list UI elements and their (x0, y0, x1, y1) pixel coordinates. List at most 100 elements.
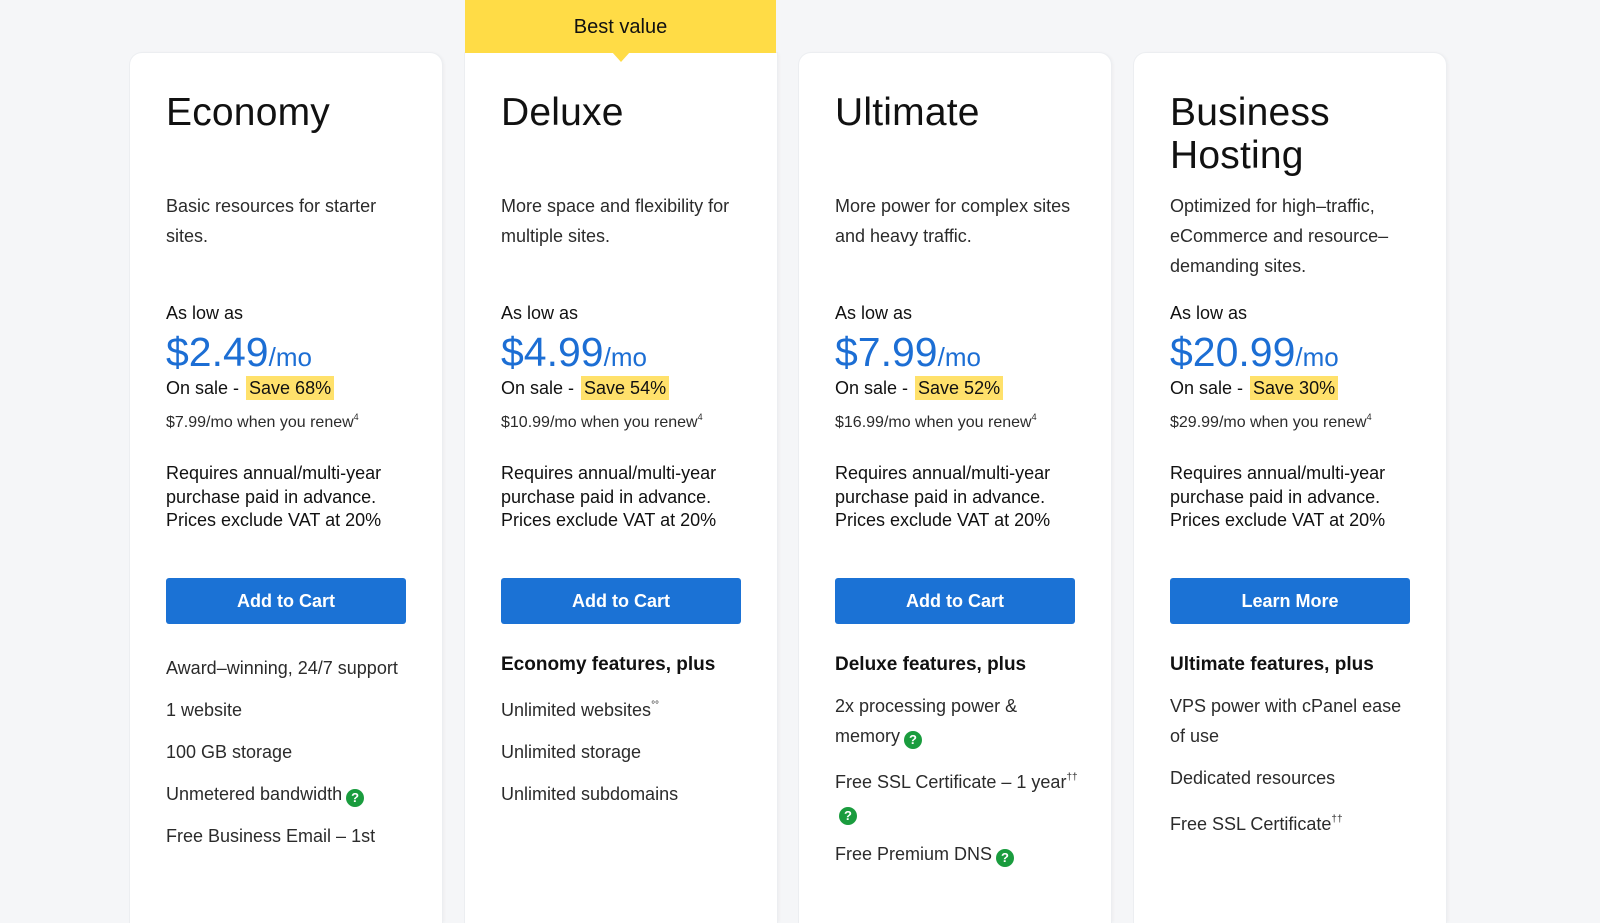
feature-item: Free SSL Certificate – 1 year††? (835, 763, 1085, 827)
feature-item: 1 website (166, 695, 416, 725)
price-amount: $20.99 (1170, 329, 1296, 375)
plan-price: $7.99/mo (835, 329, 981, 376)
price-period: /mo (937, 342, 981, 372)
footnote-marker[interactable]: †† (1331, 814, 1342, 825)
help-question-icon[interactable]: ? (996, 849, 1015, 867)
feature-list: Ultimate features, plus VPS power with cP… (1170, 653, 1420, 851)
cta-button[interactable]: Add to Cart (835, 578, 1075, 624)
price-amount: $7.99 (835, 329, 938, 375)
feature-item: VPS power with cPanel ease of use (1170, 691, 1420, 751)
footnote-marker[interactable]: 4 (698, 412, 703, 422)
footnote-marker[interactable]: †† (1066, 772, 1077, 783)
plan-description: More power for complex sites and heavy t… (835, 196, 1071, 246)
purchase-terms: Requires annual/multi-year purchase paid… (835, 463, 1051, 530)
feature-text: VPS power with cPanel ease of use (1170, 696, 1402, 746)
as-low-as-label: As low as (1170, 303, 1248, 323)
feature-text: Unlimited subdomains (501, 784, 679, 804)
save-percent-badge: Save 52% (915, 376, 1004, 400)
plan-name: Economy (166, 91, 330, 134)
sale-line: On sale - Save 68% (166, 376, 335, 400)
sale-line: On sale - Save 30% (1170, 376, 1339, 400)
feature-item: Award–winning, 24/7 support (166, 653, 416, 683)
features-heading: Ultimate features, plus (1170, 654, 1374, 675)
plan-name: Ultimate (835, 91, 980, 134)
footnote-marker[interactable]: 4 (1032, 412, 1037, 422)
feature-text: Unlimited storage (501, 742, 642, 762)
sale-prefix: On sale - (1170, 378, 1249, 398)
plan-price: $2.49/mo (166, 329, 312, 376)
feature-list: Award–winning, 24/7 support 1 website 100 … (166, 653, 416, 863)
plan-card-economy: Economy Basic resources for starter site… (130, 53, 442, 923)
features-heading: Deluxe features, plus (835, 654, 1027, 675)
help-question-icon[interactable]: ? (839, 807, 857, 825)
plan-name: Deluxe (501, 91, 624, 134)
feature-item: Free SSL Certificate†† (1170, 805, 1420, 839)
as-low-as-label: As low as (835, 303, 913, 323)
save-percent-badge: Save 54% (581, 376, 670, 400)
hosting-plans: Economy Basic resources for starter site… (0, 0, 1600, 923)
footnote-marker[interactable]: °° (651, 700, 659, 711)
feature-item: Unlimited subdomains (501, 779, 751, 809)
plan-description: Basic resources for starter sites. (166, 196, 377, 246)
feature-list: Economy features, plus Unlimited websites… (501, 653, 751, 821)
feature-text: Unmetered bandwidth (166, 784, 343, 804)
feature-text: Award–winning, 24/7 support (166, 658, 398, 678)
sale-line: On sale - Save 52% (835, 376, 1004, 400)
badge-pointer (612, 52, 630, 62)
price-period: /mo (1295, 342, 1339, 372)
feature-item: Free Premium DNS? (835, 839, 1085, 869)
renewal-price: $16.99/mo when you renew4 (835, 412, 1037, 432)
purchase-terms: Requires annual/multi-year purchase paid… (1170, 463, 1386, 530)
feature-item: 2x processing power & memory? (835, 691, 1085, 751)
plan-price: $4.99/mo (501, 329, 647, 376)
feature-text: 2x processing power & memory (835, 696, 1018, 746)
help-question-icon[interactable]: ? (346, 789, 365, 807)
cta-button[interactable]: Add to Cart (501, 578, 741, 624)
cta-button[interactable]: Learn More (1170, 578, 1410, 624)
feature-text: Unlimited websites (501, 700, 652, 720)
plan-price: $20.99/mo (1170, 329, 1339, 376)
price-amount: $4.99 (501, 329, 604, 375)
sale-prefix: On sale - (501, 378, 580, 398)
price-period: /mo (268, 342, 312, 372)
feature-text: Free Business Email – 1st (166, 826, 376, 846)
sale-prefix: On sale - (166, 378, 245, 398)
sale-prefix: On sale - (835, 378, 914, 398)
feature-text: Dedicated resources (1170, 768, 1336, 788)
best-value-badge: Best value (465, 0, 776, 53)
save-percent-badge: Save 68% (246, 376, 335, 400)
renewal-text: $10.99/mo when you renew (501, 414, 698, 431)
price-period: /mo (603, 342, 647, 372)
plan-card-deluxe: Deluxe More space and flexibility for mu… (465, 53, 777, 923)
features-heading: Economy features, plus (501, 654, 716, 675)
price-amount: $2.49 (166, 329, 269, 375)
renewal-price: $7.99/mo when you renew4 (166, 412, 359, 432)
feature-text: 1 website (166, 700, 243, 720)
renewal-price: $29.99/mo when you renew4 (1170, 412, 1372, 432)
feature-item: Unlimited websites°° (501, 691, 751, 725)
renewal-price: $10.99/mo when you renew4 (501, 412, 703, 432)
as-low-as-label: As low as (166, 303, 244, 323)
purchase-terms: Requires annual/multi-year purchase paid… (166, 463, 382, 530)
feature-item: Free Business Email – 1st (166, 821, 416, 851)
plan-name: Business Hosting (1170, 91, 1330, 177)
help-question-icon[interactable]: ? (904, 731, 923, 749)
feature-item: Unmetered bandwidth? (166, 779, 416, 809)
plan-card-ultimate: Ultimate More power for complex sites an… (799, 53, 1111, 923)
feature-text: Free Premium DNS (835, 844, 993, 864)
feature-text: 100 GB storage (166, 742, 293, 762)
feature-text: Free SSL Certificate – 1 year (835, 772, 1067, 792)
renewal-text: $16.99/mo when you renew (835, 414, 1032, 431)
feature-list: Deluxe features, plus 2x processing power… (835, 653, 1085, 881)
plan-description: Optimized for high–traffic, eCommerce an… (1170, 196, 1389, 276)
purchase-terms: Requires annual/multi-year purchase paid… (501, 463, 717, 530)
cta-button[interactable]: Add to Cart (166, 578, 406, 624)
footnote-marker[interactable]: 4 (354, 412, 359, 422)
renewal-text: $29.99/mo when you renew (1170, 414, 1367, 431)
renewal-text: $7.99/mo when you renew (166, 414, 354, 431)
plan-card-business-hosting: Business Hosting Optimized for high–traf… (1134, 53, 1446, 923)
feature-item: Unlimited storage (501, 737, 751, 767)
sale-line: On sale - Save 54% (501, 376, 670, 400)
feature-item: 100 GB storage (166, 737, 416, 767)
footnote-marker[interactable]: 4 (1367, 412, 1372, 422)
